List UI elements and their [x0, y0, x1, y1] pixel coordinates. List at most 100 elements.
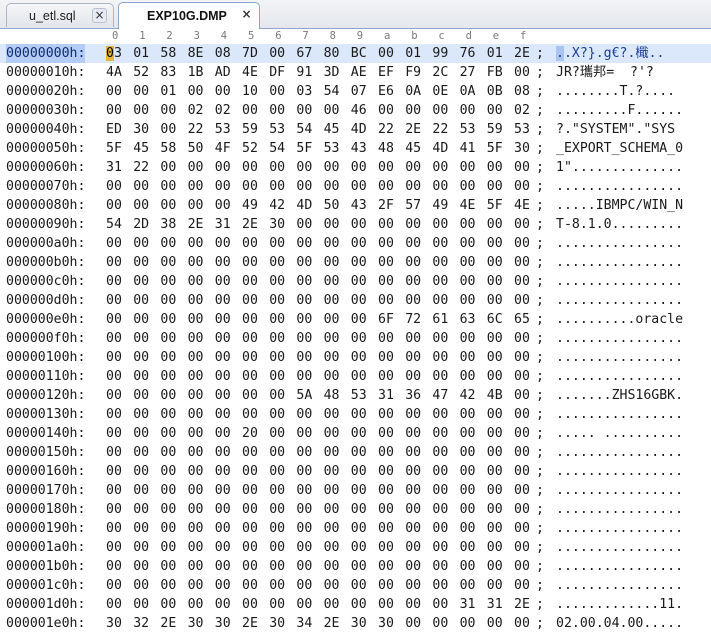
- hex-byte[interactable]: 00: [296, 595, 312, 614]
- hex-byte[interactable]: 00: [460, 215, 476, 234]
- hex-byte[interactable]: 00: [188, 348, 204, 367]
- hex-byte[interactable]: 00: [378, 557, 394, 576]
- hex-byte[interactable]: 36: [405, 386, 421, 405]
- hex-byte[interactable]: 00: [215, 177, 231, 196]
- hex-byte[interactable]: 2E: [242, 215, 258, 234]
- hex-byte[interactable]: 00: [432, 234, 448, 253]
- hex-byte[interactable]: 00: [106, 500, 122, 519]
- hex-byte[interactable]: 2E: [324, 614, 340, 633]
- hex-byte[interactable]: 00: [432, 519, 448, 538]
- hex-byte[interactable]: 00: [188, 329, 204, 348]
- hex-byte[interactable]: 00: [160, 538, 176, 557]
- hex-byte[interactable]: 47: [432, 386, 448, 405]
- hex-byte[interactable]: 00: [133, 500, 149, 519]
- hex-byte[interactable]: 00: [188, 82, 204, 101]
- hex-byte[interactable]: 22: [133, 158, 149, 177]
- hex-byte[interactable]: 00: [514, 500, 530, 519]
- hex-byte[interactable]: 00: [432, 329, 448, 348]
- ascii-text[interactable]: ................: [556, 367, 706, 386]
- hex-row[interactable]: 00000000h: 03 01 58 8E 08 7D 00 67 80 BC 00 01 99 76 01…: [0, 44, 711, 63]
- hex-byte[interactable]: 00: [460, 405, 476, 424]
- hex-byte[interactable]: 00: [432, 405, 448, 424]
- hex-byte[interactable]: 45: [405, 139, 421, 158]
- hex-byte[interactable]: 00: [106, 424, 122, 443]
- hex-byte[interactable]: 49: [242, 196, 258, 215]
- hex-byte[interactable]: 00: [405, 348, 421, 367]
- hex-byte[interactable]: 00: [432, 462, 448, 481]
- hex-byte[interactable]: 00: [215, 481, 231, 500]
- hex-byte[interactable]: AD: [215, 63, 231, 82]
- hex-byte[interactable]: 00: [324, 538, 340, 557]
- hex-byte[interactable]: 00: [487, 405, 503, 424]
- hex-byte[interactable]: 65: [514, 310, 530, 329]
- hex-byte[interactable]: 57: [405, 196, 421, 215]
- hex-byte[interactable]: 00: [242, 462, 258, 481]
- ascii-text[interactable]: ................: [556, 405, 706, 424]
- hex-byte[interactable]: 00: [460, 462, 476, 481]
- hex-byte[interactable]: 00: [324, 101, 340, 120]
- hex-byte[interactable]: 00: [405, 215, 421, 234]
- hex-byte[interactable]: 00: [269, 310, 285, 329]
- hex-byte[interactable]: 03: [106, 44, 122, 63]
- hex-byte[interactable]: 00: [188, 386, 204, 405]
- hex-byte[interactable]: 07: [351, 82, 367, 101]
- hex-row[interactable]: 000000e0h: 00 00 00 00 00 00 00 00 00 00 6F 72 61 63 6C…: [0, 310, 711, 329]
- hex-byte[interactable]: 00: [269, 44, 285, 63]
- hex-byte[interactable]: 00: [487, 443, 503, 462]
- hex-byte[interactable]: 00: [296, 101, 312, 120]
- hex-byte[interactable]: 00: [514, 348, 530, 367]
- hex-byte[interactable]: 00: [432, 481, 448, 500]
- hex-byte[interactable]: 00: [215, 443, 231, 462]
- hex-byte[interactable]: 00: [487, 481, 503, 500]
- hex-byte[interactable]: 01: [160, 82, 176, 101]
- hex-byte[interactable]: 00: [405, 443, 421, 462]
- hex-byte[interactable]: 00: [296, 557, 312, 576]
- hex-byte[interactable]: 00: [487, 272, 503, 291]
- hex-byte[interactable]: 00: [296, 405, 312, 424]
- hex-byte[interactable]: 00: [160, 500, 176, 519]
- hex-byte[interactable]: 67: [296, 44, 312, 63]
- hex-byte[interactable]: 63: [460, 310, 476, 329]
- hex-row[interactable]: 00000060h: 31 22 00 00 00 00 00 00 00 00 00 00 00 00 00…: [0, 158, 711, 177]
- hex-byte[interactable]: 00: [351, 557, 367, 576]
- hex-byte[interactable]: 00: [460, 348, 476, 367]
- hex-row[interactable]: 00000100h: 00 00 00 00 00 00 00 00 00 00 00 00 00 00 00…: [0, 348, 711, 367]
- hex-byte[interactable]: EF: [378, 63, 394, 82]
- hex-byte[interactable]: 50: [324, 196, 340, 215]
- hex-byte[interactable]: 00: [432, 614, 448, 633]
- hex-byte[interactable]: 00: [160, 196, 176, 215]
- hex-byte[interactable]: 53: [324, 139, 340, 158]
- hex-row[interactable]: 00000050h: 5F 45 58 50 4F 52 54 5F 53 43 48 45 4D 41 5F…: [0, 139, 711, 158]
- hex-byte[interactable]: 00: [106, 481, 122, 500]
- hex-byte[interactable]: 43: [351, 139, 367, 158]
- hex-byte[interactable]: 00: [432, 158, 448, 177]
- hex-byte[interactable]: 00: [133, 557, 149, 576]
- hex-byte[interactable]: 30: [514, 139, 530, 158]
- hex-byte[interactable]: DF: [269, 63, 285, 82]
- hex-byte[interactable]: 30: [133, 120, 149, 139]
- hex-byte[interactable]: 00: [215, 386, 231, 405]
- hex-byte[interactable]: 00: [215, 348, 231, 367]
- hex-byte[interactable]: 31: [215, 215, 231, 234]
- hex-byte[interactable]: 00: [133, 329, 149, 348]
- hex-byte[interactable]: 00: [378, 291, 394, 310]
- hex-byte[interactable]: 00: [242, 386, 258, 405]
- hex-byte[interactable]: 00: [106, 310, 122, 329]
- ascii-text[interactable]: ................: [556, 291, 706, 310]
- hex-byte[interactable]: 00: [215, 576, 231, 595]
- ascii-text[interactable]: 02.00.04.00.....: [556, 614, 706, 633]
- hex-byte[interactable]: 99: [432, 44, 448, 63]
- hex-byte[interactable]: 00: [296, 519, 312, 538]
- hex-byte[interactable]: 00: [242, 291, 258, 310]
- hex-byte[interactable]: 00: [378, 101, 394, 120]
- hex-byte[interactable]: 00: [215, 329, 231, 348]
- hex-byte[interactable]: 00: [106, 272, 122, 291]
- hex-byte[interactable]: 00: [460, 443, 476, 462]
- hex-byte[interactable]: 2E: [514, 44, 530, 63]
- hex-byte[interactable]: 00: [351, 367, 367, 386]
- tab-u-etl-sql[interactable]: u_etl.sql ×: [6, 3, 114, 27]
- hex-row[interactable]: 000001a0h: 00 00 00 00 00 00 00 00 00 00 00 00 00 00 00…: [0, 538, 711, 557]
- ascii-text[interactable]: ..........oracle: [556, 310, 706, 329]
- hex-byte[interactable]: 00: [188, 481, 204, 500]
- hex-byte[interactable]: 6F: [378, 310, 394, 329]
